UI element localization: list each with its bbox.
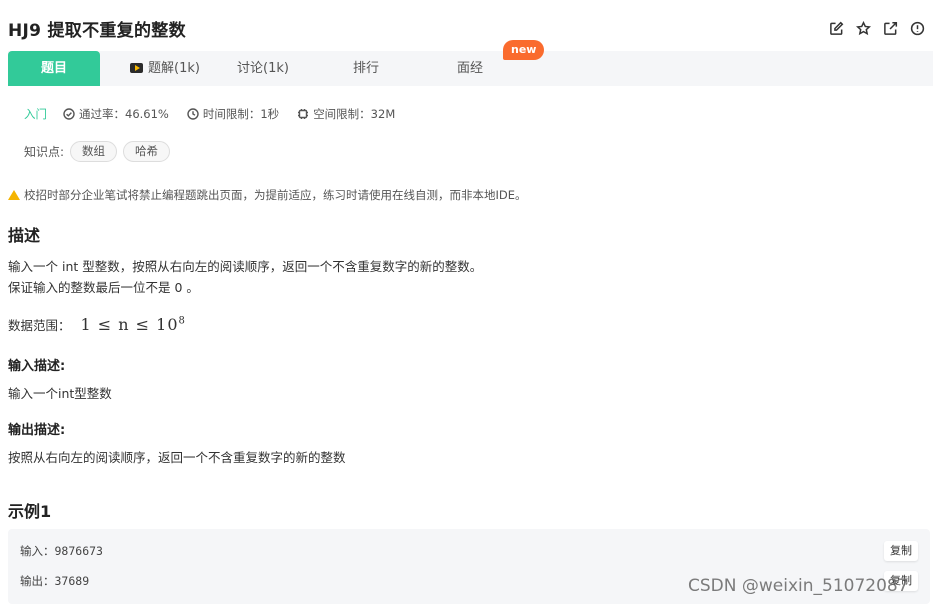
pass-rate-text: 通过率：46.61% xyxy=(79,107,169,121)
check-circle-icon xyxy=(63,108,75,120)
description-line-1: 输入一个 int 型整数，按照从右向左的阅读顺序，返回一个不含重复数字的新的整数… xyxy=(8,259,483,274)
data-range: 数据范围： 1 ≤ n ≤ 108 xyxy=(8,315,186,334)
time-limit-text: 时间限制：1秒 xyxy=(202,107,280,121)
chip-icon xyxy=(298,109,309,119)
data-range-formula-base: 1 ≤ n ≤ 10 xyxy=(80,315,179,334)
input-description-heading: 输入描述: xyxy=(8,359,66,374)
external-link-icon[interactable] xyxy=(882,20,898,36)
problem-meta: 入门 通过率：46.61% 时间限制：1秒 空间限制：32M xyxy=(24,106,413,122)
example-output: 输出：37689 xyxy=(20,574,90,588)
output-description-text: 按照从右向左的阅读顺序，返回一个不含重复数字的新的整数 xyxy=(8,450,346,465)
tag-array[interactable]: 数组 xyxy=(70,141,118,162)
tag-hash[interactable]: 哈希 xyxy=(123,141,171,162)
description-heading: 描述 xyxy=(8,226,41,245)
time-limit: 时间限制：1秒 xyxy=(187,106,279,122)
clock-icon xyxy=(187,108,199,120)
memory-limit: 空间限制：32M xyxy=(297,106,395,122)
edit-icon[interactable] xyxy=(828,20,844,36)
new-badge: new xyxy=(503,40,545,60)
tab-discussion[interactable]: 讨论(1k) xyxy=(218,51,308,86)
tab-ranking[interactable]: 排行 xyxy=(330,51,402,86)
warning-icon xyxy=(8,190,20,200)
tab-problem[interactable]: 题目 xyxy=(8,51,100,86)
output-description-heading: 输出描述: xyxy=(8,423,66,438)
csdn-watermark: CSDN @weixin_51072087 xyxy=(688,576,909,596)
data-range-formula-exp: 8 xyxy=(178,315,186,327)
info-icon[interactable] xyxy=(909,20,925,36)
header-actions xyxy=(828,20,925,36)
description-line-2: 保证输入的整数最后一位不是 0 。 xyxy=(8,280,199,295)
memory-limit-text: 空间限制：32M xyxy=(313,107,396,121)
input-description-text: 输入一个int型整数 xyxy=(8,386,112,401)
difficulty-level: 入门 xyxy=(24,107,47,121)
pass-rate: 通过率：46.61% xyxy=(63,106,169,122)
video-icon xyxy=(130,63,144,73)
star-icon[interactable] xyxy=(855,20,871,36)
knowledge-points: 知识点: 数组 哈希 xyxy=(24,141,171,162)
problem-title: HJ9 提取不重复的整数 xyxy=(8,21,186,41)
page-header: HJ9 提取不重复的整数 xyxy=(8,16,933,42)
problem-tabs: 题目 题解(1k) 讨论(1k) 排行 面经 xyxy=(8,51,933,86)
data-range-label: 数据范围： xyxy=(8,318,71,333)
knowledge-label: 知识点: xyxy=(24,145,65,159)
copy-input-button[interactable]: 复制 xyxy=(884,541,918,561)
warning-notice: 校招时部分企业笔试将禁止编程题跳出页面，为提前适应，练习时请使用在线自测，而非本… xyxy=(8,187,527,203)
data-range-formula: 1 ≤ n ≤ 108 xyxy=(81,315,186,334)
example-input: 输入：9876673 xyxy=(20,544,103,558)
warning-text: 校招时部分企业笔试将禁止编程题跳出页面，为提前适应，练习时请使用在线自测，而非本… xyxy=(24,188,527,202)
tab-solutions[interactable]: 题解(1k) xyxy=(120,51,210,86)
tab-interview[interactable]: 面经 xyxy=(434,51,506,86)
tab-solutions-label: 题解(1k) xyxy=(148,61,200,76)
example-heading: 示例1 xyxy=(8,502,52,521)
